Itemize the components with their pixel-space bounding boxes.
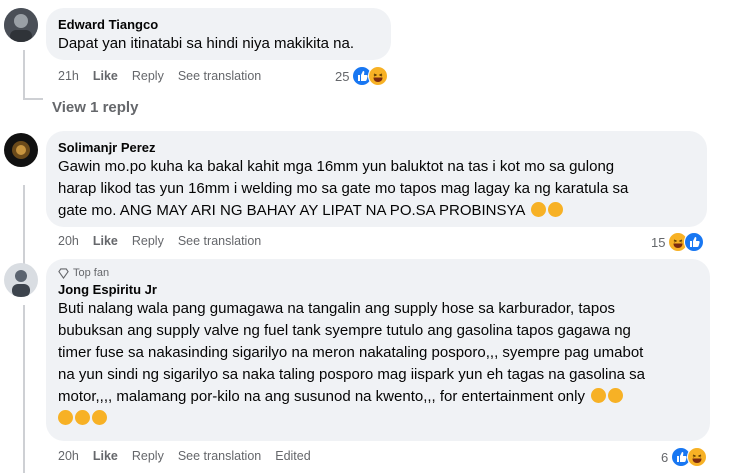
top-fan-badge: Top fan bbox=[58, 267, 698, 279]
haha-emoji-icon bbox=[530, 202, 546, 217]
reaction-summary[interactable]: 25 bbox=[335, 66, 389, 86]
emoji-line bbox=[58, 408, 698, 430]
comment-text-line: harap likod tas yun 16mm i welding mo sa… bbox=[58, 180, 629, 197]
comment-author[interactable]: Jong Espiritu Jr bbox=[58, 281, 698, 298]
like-button[interactable]: Like bbox=[93, 234, 118, 248]
see-translation-link[interactable]: See translation bbox=[178, 449, 261, 463]
thread-line bbox=[23, 50, 25, 100]
reply-button[interactable]: Reply bbox=[132, 69, 164, 83]
comment-bubble: Edward Tiangco Dapat yan itinatabi sa hi… bbox=[46, 8, 391, 60]
diamond-icon bbox=[58, 267, 69, 279]
reaction-summary[interactable]: 6 bbox=[661, 447, 708, 467]
reaction-count: 6 bbox=[661, 449, 669, 465]
grin-emoji-icon bbox=[547, 202, 563, 217]
see-translation-link[interactable]: See translation bbox=[178, 69, 261, 83]
reply-button[interactable]: Reply bbox=[132, 449, 164, 463]
avatar[interactable] bbox=[4, 263, 38, 297]
rofl-emoji-icon bbox=[75, 410, 90, 425]
grin-emoji-icon bbox=[608, 388, 624, 403]
grin-emoji-icon bbox=[591, 388, 607, 403]
see-translation-link[interactable]: See translation bbox=[178, 234, 261, 248]
comment-text: Dapat yan itinatabi sa hindi niya makiki… bbox=[58, 35, 355, 52]
top-fan-label: Top fan bbox=[73, 267, 110, 279]
like-icon bbox=[684, 232, 705, 252]
comment-bubble: Top fan Jong Espiritu Jr Buti nalang wal… bbox=[46, 259, 710, 441]
comment-text-span: gate mo. ANG MAY ARI NG BAHAY AY LIPAT N… bbox=[58, 202, 525, 219]
thread-line-curve bbox=[23, 98, 43, 100]
edited-label: Edited bbox=[275, 449, 311, 463]
avatar[interactable] bbox=[4, 133, 38, 167]
comment-time[interactable]: 20h bbox=[58, 449, 79, 463]
comment-text-line: motor,,,, malamang por-kilo na ang susun… bbox=[58, 386, 698, 408]
thread-line bbox=[23, 185, 25, 270]
thread-line bbox=[23, 305, 25, 473]
comment-author[interactable]: Edward Tiangco bbox=[58, 16, 379, 33]
comment-text-line: Gawin mo.po kuha ka bakal kahit mga 16mm… bbox=[58, 158, 615, 175]
comment-time[interactable]: 20h bbox=[58, 234, 79, 248]
view-replies-link[interactable]: View 1 reply bbox=[52, 99, 138, 116]
comment-bubble: Solimanjr Perez Gawin mo.po kuha ka baka… bbox=[46, 131, 707, 227]
reply-button[interactable]: Reply bbox=[132, 234, 164, 248]
reaction-count: 25 bbox=[335, 68, 350, 84]
comment-actions: 21h Like Reply See translation bbox=[58, 69, 275, 83]
comment-actions: 20h Like Reply See translation Edited bbox=[58, 449, 325, 463]
avatar[interactable] bbox=[4, 8, 38, 42]
haha-icon bbox=[687, 447, 708, 467]
comment-time[interactable]: 21h bbox=[58, 69, 79, 83]
comment-text-line: na yun sindi ng sigarilyo sa naka taling… bbox=[58, 366, 646, 383]
comment-text-line: gate mo. ANG MAY ARI NG BAHAY AY LIPAT N… bbox=[58, 200, 695, 222]
comment-text-line: bubuksan ang supply valve ng fuel tank s… bbox=[58, 322, 631, 339]
comment-text-line: timer fuse sa nakasinding sigarilyo na m… bbox=[58, 344, 644, 361]
haha-emoji-icon bbox=[92, 410, 107, 425]
haha-icon bbox=[368, 66, 389, 86]
comment-author[interactable]: Solimanjr Perez bbox=[58, 139, 695, 156]
comment-text-line: Buti nalang wala pang gumagawa na tangal… bbox=[58, 300, 616, 317]
comment-text-span: motor,,,, malamang por-kilo na ang susun… bbox=[58, 388, 585, 405]
reaction-count: 15 bbox=[651, 234, 666, 250]
comment-actions: 20h Like Reply See translation bbox=[58, 234, 275, 248]
like-button[interactable]: Like bbox=[93, 449, 118, 463]
reaction-summary[interactable]: 15 bbox=[651, 232, 705, 252]
haha-emoji-icon bbox=[58, 410, 73, 425]
like-button[interactable]: Like bbox=[93, 69, 118, 83]
